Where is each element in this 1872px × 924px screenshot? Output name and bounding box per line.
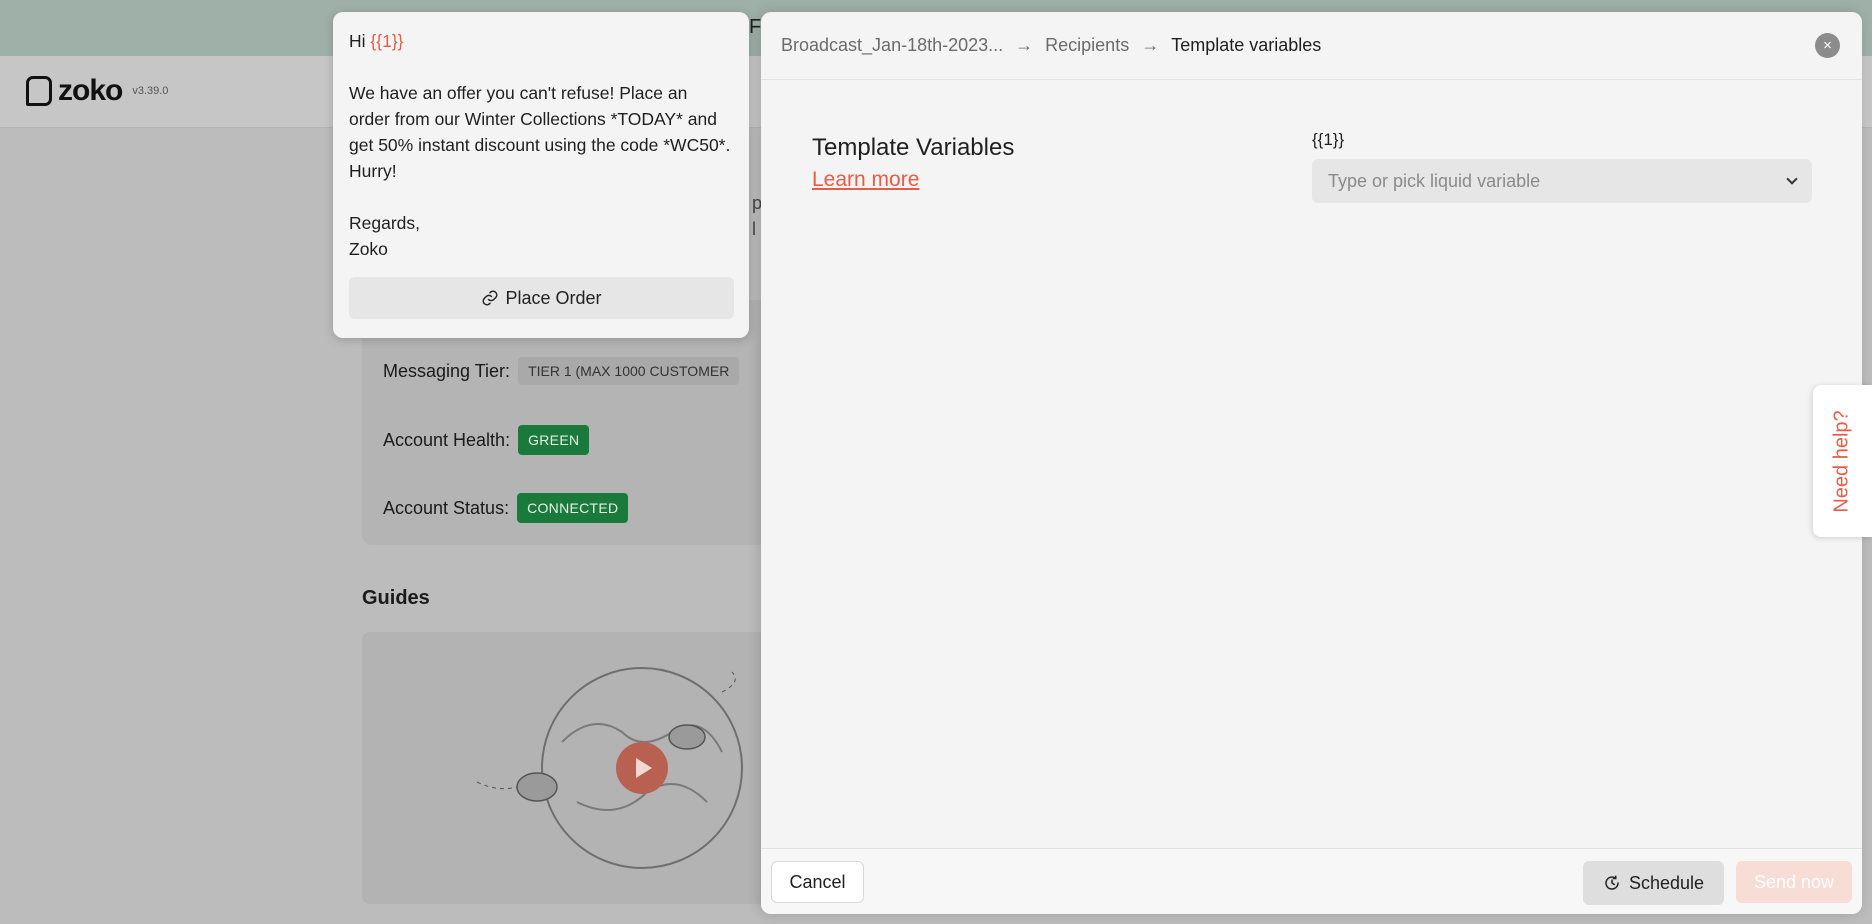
greeting-text: Hi	[349, 31, 371, 51]
breadcrumb-recipients[interactable]: Recipients	[1045, 35, 1129, 56]
guide-video-thumbnail[interactable]	[362, 632, 782, 904]
page-title: Template Variables	[812, 134, 1015, 161]
breadcrumb-broadcast[interactable]: Broadcast_Jan-18th-2023...	[781, 35, 1003, 56]
account-status-row: Account Status: CONNECTED	[383, 493, 629, 523]
breadcrumb-template-variables: Template variables	[1171, 35, 1322, 55]
message-preview-card: Hi {{1}} We have an offer you can't refu…	[333, 12, 749, 338]
app-name: zoko	[58, 74, 123, 107]
place-order-label: Place Order	[505, 288, 602, 308]
arrow-right-icon: →	[1015, 35, 1034, 55]
guides-title: Guides	[362, 587, 430, 609]
account-status-label: Account Status:	[383, 497, 510, 518]
messaging-tier-value: TIER 1 (MAX 1000 CUSTOMER	[518, 357, 740, 385]
preview-sign-off: Regards,	[349, 213, 421, 233]
messaging-tier-label: Messaging Tier:	[383, 360, 511, 381]
globe-illustration	[476, 667, 743, 869]
schedule-button[interactable]: Schedule	[1583, 861, 1724, 905]
learn-more-link[interactable]: Learn more	[812, 168, 919, 192]
preview-sign-name: Zoko	[349, 239, 388, 259]
cancel-button[interactable]: Cancel	[771, 861, 864, 903]
need-help-label: Need help?	[1831, 409, 1853, 513]
app-logo[interactable]: zoko v3.39.0	[26, 74, 168, 108]
send-now-button[interactable]: Send now	[1736, 861, 1852, 903]
link-icon	[483, 290, 498, 306]
template-variables-drawer: Broadcast_Jan-18th-2023... → Recipients …	[761, 12, 1862, 914]
account-health-label: Account Health:	[383, 429, 511, 450]
place-order-button[interactable]: Place Order	[349, 277, 734, 319]
preview-body: We have an offer you can't refuse! Place…	[349, 83, 731, 181]
schedule-label: Schedule	[1628, 872, 1705, 893]
need-help-tab[interactable]: Need help?	[1813, 385, 1872, 537]
greeting-variable: {{1}}	[370, 31, 404, 51]
app-version: v3.39.0	[132, 85, 169, 97]
account-status-badge: CONNECTED	[517, 493, 629, 523]
variable-placeholder: Type or pick liquid variable	[1328, 170, 1541, 191]
breadcrumb: Broadcast_Jan-18th-2023... → Recipients …	[761, 12, 1862, 80]
top-peek-text: F	[749, 16, 762, 38]
zoko-logo-icon	[26, 76, 52, 106]
preview-greeting: Hi {{1}}	[349, 28, 733, 54]
chevron-down-icon	[1786, 173, 1798, 185]
messaging-tier-row: Messaging Tier: TIER 1 (MAX 1000 CUSTOME…	[383, 357, 740, 385]
account-health-row: Account Health: GREEN	[383, 425, 590, 455]
drawer-footer: Cancel Schedule Send now	[761, 848, 1862, 914]
liquid-variable-select[interactable]: Type or pick liquid variable	[1312, 159, 1812, 203]
close-icon[interactable]: ×	[1815, 33, 1840, 58]
account-health-badge: GREEN	[518, 425, 590, 455]
arrow-right-icon: →	[1141, 35, 1160, 55]
variable-label: {{1}}	[1312, 130, 1345, 149]
play-icon[interactable]	[616, 742, 668, 794]
clock-icon	[1605, 875, 1619, 890]
